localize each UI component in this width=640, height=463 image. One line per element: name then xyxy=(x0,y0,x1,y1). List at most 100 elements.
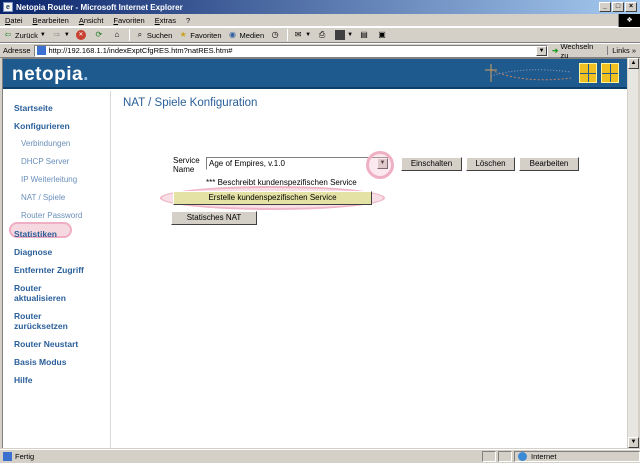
status-text: Fertig xyxy=(15,452,35,461)
vertical-scrollbar[interactable]: ▲ ▼ xyxy=(627,58,639,448)
back-button[interactable]: ⇦ Zurück ▼ xyxy=(0,28,49,42)
window-controls: _ □ × xyxy=(599,2,637,12)
minimize-button[interactable]: _ xyxy=(599,2,611,12)
security-zone: Internet xyxy=(514,451,640,462)
edit-service-button[interactable]: Bearbeiten xyxy=(519,157,579,171)
discuss-button[interactable]: ▤ xyxy=(356,28,374,42)
messenger-icon: ▣ xyxy=(378,30,386,39)
windows-logo-icon: ❖ xyxy=(618,13,640,27)
links-button[interactable]: Links » xyxy=(607,46,640,55)
back-arrow-icon: ⇦ xyxy=(4,30,12,39)
sidebar-item-konfigurieren[interactable]: Konfigurieren xyxy=(14,121,70,131)
toolbar: ⇦ Zurück ▼ ⇨ ▼ ✕ ⟳ ⌂ ⌕ Suchen ★ Favorite… xyxy=(0,27,640,43)
network-decoration-icon xyxy=(485,64,572,82)
media-button[interactable]: ◉ Medien xyxy=(225,28,268,42)
sidebar-item-router-zuruecksetzen[interactable]: Router zurücksetzen xyxy=(14,311,68,331)
menu-bearbeiten[interactable]: Bearbeiten xyxy=(28,16,74,25)
history-button[interactable]: ◷ xyxy=(267,28,285,42)
menu-datei[interactable]: Datei xyxy=(0,16,28,25)
favorites-button[interactable]: ★ Favoriten xyxy=(175,28,224,42)
mail-button[interactable]: ✉ ▼ xyxy=(290,28,314,42)
media-label: Medien xyxy=(239,30,265,40)
history-icon: ◷ xyxy=(271,30,279,39)
scroll-down-icon[interactable]: ▼ xyxy=(628,437,639,448)
menu-ansicht[interactable]: Ansicht xyxy=(74,16,109,25)
window-logo-icon xyxy=(601,63,619,83)
menu-favoriten[interactable]: Favoriten xyxy=(108,16,149,25)
forward-dropdown-icon: ▼ xyxy=(63,32,70,38)
back-dropdown-icon: ▼ xyxy=(39,32,46,38)
maximize-button[interactable]: □ xyxy=(612,2,624,12)
zone-label: Internet xyxy=(531,452,557,461)
menu-help[interactable]: ? xyxy=(181,16,195,25)
sidebar-item-router-neustart[interactable]: Router Neustart xyxy=(14,339,78,349)
sidebar-item-statistiken[interactable]: Statistiken xyxy=(14,229,57,239)
static-nat-button[interactable]: Statisches NAT xyxy=(171,211,257,225)
go-button[interactable]: ➔ Wechseln zu xyxy=(548,42,607,60)
sidebar-item-label: Router xyxy=(14,311,42,321)
create-custom-service-button[interactable]: Erstelle kundenspezifischen Service xyxy=(173,191,372,205)
sidebar-item-hilfe[interactable]: Hilfe xyxy=(14,375,32,385)
status-cell xyxy=(498,451,512,462)
sidebar: Startseite Konfigurieren Verbindungen DH… xyxy=(3,91,111,448)
toolbar-separator xyxy=(287,29,289,41)
dropdown-highlight-annotation xyxy=(366,151,394,179)
address-url: http://192.168.1.1/indexExptCfgRES.htm?n… xyxy=(48,46,233,55)
enable-button[interactable]: Einschalten xyxy=(401,157,462,171)
menu-extras[interactable]: Extras xyxy=(150,16,181,25)
sidebar-item-startseite[interactable]: Startseite xyxy=(14,103,53,113)
window-title: Netopia Router - Microsoft Internet Expl… xyxy=(16,2,183,12)
window-logo-icon xyxy=(579,63,597,83)
address-bar: Adresse http://192.168.1.1/indexExptCfgR… xyxy=(0,42,640,60)
favorites-label: Favoriten xyxy=(190,30,222,40)
sidebar-item-basis-modus[interactable]: Basis Modus xyxy=(14,357,66,367)
forward-arrow-icon: ⇨ xyxy=(53,30,61,39)
print-button[interactable]: ⎙ xyxy=(314,28,332,42)
page-header: netopia. xyxy=(3,59,627,89)
scroll-up-icon[interactable]: ▲ xyxy=(628,58,639,69)
address-input[interactable]: http://192.168.1.1/indexExptCfgRES.htm?n… xyxy=(33,44,549,57)
stop-button[interactable]: ✕ xyxy=(73,28,91,42)
page-icon xyxy=(36,46,46,55)
service-name-label: Service Name xyxy=(173,156,200,174)
links-label: Links xyxy=(612,46,630,55)
sidebar-item-label: aktualisieren xyxy=(14,293,66,303)
home-icon: ⌂ xyxy=(114,30,120,39)
sidebar-item-label: Router xyxy=(14,283,42,293)
sidebar-item-verbindungen[interactable]: Verbindungen xyxy=(21,139,70,149)
status-text-area: Fertig xyxy=(0,452,480,461)
back-label: Zurück xyxy=(15,30,38,40)
sidebar-item-router-aktualisieren[interactable]: Router aktualisieren xyxy=(14,283,66,303)
sidebar-item-ip-weiterleitung[interactable]: IP Weiterleitung xyxy=(21,175,77,185)
go-label: Wechseln zu xyxy=(560,41,594,60)
refresh-button[interactable]: ⟳ xyxy=(91,28,109,42)
messenger-button[interactable]: ▣ xyxy=(374,28,392,42)
globe-icon xyxy=(518,452,527,461)
sidebar-item-entfernter-zugriff[interactable]: Entfernter Zugriff xyxy=(14,265,84,275)
edit-button[interactable]: ▼ xyxy=(332,28,356,42)
edit-dropdown-icon: ▼ xyxy=(347,32,354,38)
sidebar-item-router-password[interactable]: Router Password xyxy=(21,211,82,221)
close-button[interactable]: × xyxy=(625,2,637,12)
sidebar-item-diagnose[interactable]: Diagnose xyxy=(14,247,52,257)
refresh-icon: ⟳ xyxy=(95,30,103,39)
search-button[interactable]: ⌕ Suchen xyxy=(132,28,175,42)
delete-button[interactable]: Löschen xyxy=(466,157,515,171)
stop-icon: ✕ xyxy=(75,30,86,40)
sidebar-item-nat-spiele[interactable]: NAT / Spiele xyxy=(21,193,65,203)
service-selected-value: Age of Empires, v.1.0 xyxy=(209,159,285,168)
menu-bar: Datei Bearbeiten Ansicht Favoriten Extra… xyxy=(0,13,640,27)
web-page: netopia. Startseite Konfigurieren Verbin… xyxy=(2,58,627,448)
search-label: Suchen xyxy=(146,30,173,40)
address-dropdown-icon[interactable]: ▼ xyxy=(536,45,548,56)
media-icon: ◉ xyxy=(229,30,237,39)
mail-icon: ✉ xyxy=(294,30,302,39)
service-name-select[interactable]: Age of Empires, v.1.0 ▼ xyxy=(206,157,390,170)
netopia-logo: netopia. xyxy=(12,64,89,85)
page-title: NAT / Spiele Konfiguration xyxy=(123,97,258,109)
address-label: Adresse xyxy=(3,46,31,55)
sidebar-item-dhcp-server[interactable]: DHCP Server xyxy=(21,157,69,167)
forward-button[interactable]: ⇨ ▼ xyxy=(49,28,73,42)
toolbar-separator xyxy=(128,29,130,41)
home-button[interactable]: ⌂ xyxy=(109,28,127,42)
